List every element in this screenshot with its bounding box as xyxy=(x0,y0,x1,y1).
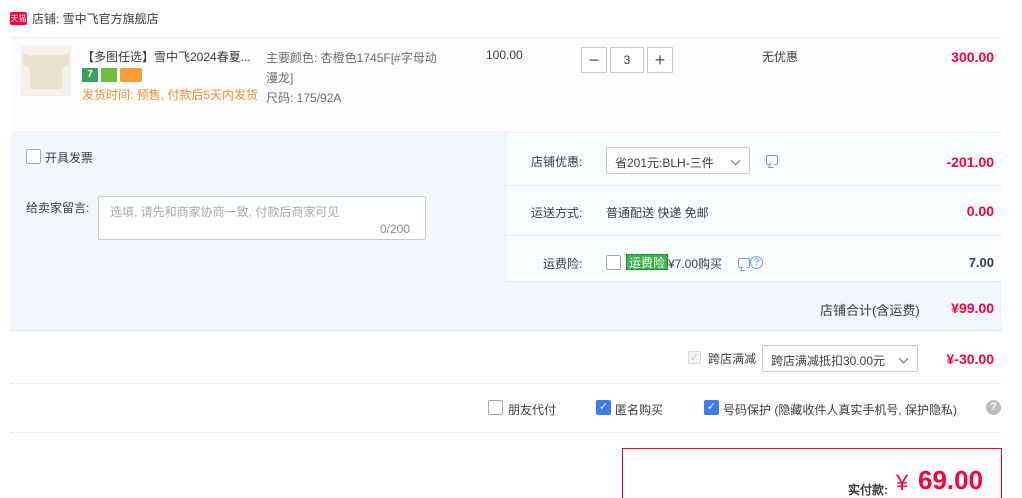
message-label: 给卖家留言: xyxy=(26,201,90,215)
payment-label: 实付款: xyxy=(848,483,888,497)
qty-minus-button[interactable]: − xyxy=(581,47,607,73)
product-title[interactable]: 【多图任选】雪中飞2024春夏... xyxy=(82,48,262,65)
divider xyxy=(506,235,1001,236)
qty-plus-button[interactable]: + xyxy=(647,47,673,73)
quantity-stepper: − 3 + xyxy=(581,47,673,73)
question-icon[interactable]: ? xyxy=(986,400,1001,415)
shop-coupon-select[interactable]: 省201元:BLH-三件 xyxy=(606,147,750,174)
phone-protect-checkbox[interactable]: ✓ xyxy=(704,400,719,415)
tmall-logo: 天猫 xyxy=(10,12,27,25)
guarantee-icon xyxy=(101,68,117,82)
divider xyxy=(506,281,1001,282)
seven-day-return-icon: 7 xyxy=(82,68,98,82)
coupon-amount: -201.00 xyxy=(946,154,994,170)
shipping-amount: 0.00 xyxy=(966,203,994,219)
item-total: 300.00 xyxy=(951,49,994,65)
payment-amount: 69.00 xyxy=(918,465,984,495)
insurance-amount: 7.00 xyxy=(968,255,994,270)
shop-subtotal-label: 店铺合计(含运费) xyxy=(820,303,920,318)
chat-icon[interactable] xyxy=(738,258,750,268)
cross-store-checkbox: ✓ xyxy=(688,351,701,364)
divider xyxy=(505,134,506,281)
anonymous-label[interactable]: 匿名购买 xyxy=(615,401,663,418)
shipping-label: 运送方式: xyxy=(531,206,583,220)
product-spec: 主要颜色: 杏橙色1745F[#字母动漫龙] 尺码: 175/92A xyxy=(266,48,446,108)
service-badges: 7 xyxy=(82,68,142,82)
divider xyxy=(11,383,1001,384)
friend-pay-label[interactable]: 朋友代付 xyxy=(508,401,556,418)
insurance-checkbox[interactable] xyxy=(606,255,621,270)
spec-size: 尺码: 175/92A xyxy=(266,91,342,105)
chat-icon[interactable] xyxy=(766,155,778,165)
cross-store-label: 跨店满减 xyxy=(708,352,757,366)
message-char-count: 0/200 xyxy=(380,222,411,236)
divider xyxy=(11,432,1001,433)
payment-currency: ¥ xyxy=(896,470,909,495)
cross-store-select[interactable]: 跨店满减抵扣30.00元 xyxy=(762,345,918,372)
message-placeholder: 选填, 请先和商家协商一致, 付款后商家可见 xyxy=(110,205,340,219)
anonymous-checkbox[interactable]: ✓ xyxy=(596,400,611,415)
shop-name[interactable]: 店铺: 雪中飞官方旗舰店 xyxy=(32,10,159,27)
unit-price: 100.00 xyxy=(486,48,523,62)
chevron-down-icon xyxy=(730,155,741,166)
invoice-label[interactable]: 开具发票 xyxy=(45,149,93,166)
insurance-price: ¥7.00购买 xyxy=(668,257,723,271)
shop-subtotal-amount: ¥99.00 xyxy=(951,300,994,316)
friend-pay-checkbox[interactable] xyxy=(488,400,503,415)
item-discount: 无优惠 xyxy=(762,50,799,64)
spec-color: 主要颜色: 杏橙色1745F[#字母动漫龙] xyxy=(266,51,437,85)
cross-store-select-value: 跨店满减抵扣30.00元 xyxy=(771,354,886,368)
coupon-select-value: 省201元:BLH-三件 xyxy=(615,156,714,170)
delivery-time: 发货时间: 预售, 付款后5天内发货 xyxy=(82,88,259,102)
phone-protect-label[interactable]: 号码保护 (隐藏收件人真实手机号, 保护隐私) xyxy=(723,401,957,418)
chevron-down-icon xyxy=(898,353,909,364)
credit-card-icon xyxy=(120,68,142,82)
insurance-tag: 运费险 xyxy=(626,254,669,270)
shipping-method: 普通配送 快递 免邮 xyxy=(606,206,709,220)
invoice-checkbox[interactable] xyxy=(26,149,41,164)
cross-store-amount: ¥-30.00 xyxy=(946,351,994,367)
shop-coupon-label: 店铺优惠: xyxy=(531,155,583,169)
product-thumbnail[interactable] xyxy=(21,46,71,96)
divider xyxy=(506,185,1001,186)
help-icon[interactable]: ? xyxy=(750,256,763,269)
insurance-label: 运费险: xyxy=(543,257,583,271)
qty-input[interactable]: 3 xyxy=(610,47,644,73)
